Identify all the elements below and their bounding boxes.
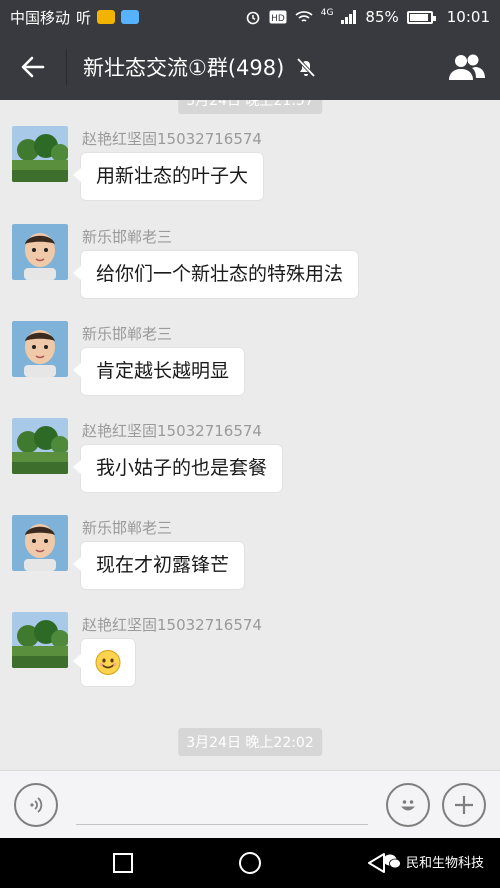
carrier-extra: 听: [76, 8, 92, 27]
message-text: 肯定越长越明显: [96, 360, 230, 382]
sender-name: 赵艳红坚固15032716574: [82, 422, 262, 440]
message-bubble[interactable]: 我小姑子的也是套餐: [72, 444, 284, 493]
signal-icon: [341, 10, 357, 24]
landscape-avatar-image: [12, 612, 68, 668]
smile-emoji-icon: [95, 650, 121, 675]
plus-icon: [455, 795, 473, 814]
avatar[interactable]: [12, 126, 68, 182]
avatar[interactable]: [12, 612, 68, 668]
smile-face-icon: [401, 799, 415, 810]
square-icon: [113, 853, 134, 873]
circle-icon: [238, 852, 261, 874]
avatar[interactable]: [12, 224, 68, 280]
carrier-group: 中国移动 听: [10, 7, 245, 28]
chat-message-list[interactable]: 3月24日 晚上21:57 赵艳红坚固15032716574 用新壮态的叶子大 …: [0, 100, 500, 770]
landscape-avatar-image: [12, 126, 68, 182]
voice-wave-icon: [30, 796, 43, 813]
carrier-name: 中国移动: [10, 8, 71, 27]
arrow-left-icon: [21, 56, 45, 78]
avatar[interactable]: [12, 321, 68, 377]
avatar[interactable]: [12, 515, 68, 571]
clock-app-icon: [121, 10, 140, 24]
message-bubble[interactable]: 用新壮态的叶子大: [72, 152, 265, 201]
header-divider: [66, 49, 67, 85]
message-bubble[interactable]: [73, 638, 136, 687]
wifi-icon: [295, 11, 313, 22]
mute-bell-icon: [297, 57, 316, 78]
recents-button[interactable]: [103, 843, 143, 883]
baby-avatar-image: [12, 321, 68, 377]
back-button[interactable]: [0, 34, 66, 100]
message-text: 用新壮态的叶子大: [96, 165, 249, 187]
battery-percent: 85%: [365, 8, 399, 26]
chat-title: 新壮态交流①群(498): [83, 56, 285, 80]
message-text: 现在才初露锋芒: [96, 554, 230, 576]
sender-name: 赵艳红坚固15032716574: [82, 616, 262, 634]
message-text: 给你们一个新壮态的特殊用法: [96, 263, 344, 285]
sender-name: 赵艳红坚固15032716574: [82, 130, 262, 148]
timestamp-pill-top: 3月24日 晚上21:57: [178, 100, 322, 114]
sender-name: 新乐邯郸老三: [82, 228, 173, 246]
message-input[interactable]: [76, 784, 368, 825]
people-icon: [449, 54, 485, 80]
status-right: HD 4G 85% 10:01: [245, 8, 490, 26]
more-button[interactable]: [442, 782, 486, 827]
watermark-text: 民和生物科技: [405, 856, 484, 871]
input-bar: [0, 770, 500, 838]
battery-icon: [406, 10, 436, 24]
svg-text:HD: HD: [271, 14, 285, 24]
message-bubble[interactable]: 现在才初露锋芒: [72, 541, 246, 590]
baby-avatar-image: [12, 224, 68, 280]
message-text: 我小姑子的也是套餐: [96, 457, 268, 479]
app-notification-icon: [97, 10, 116, 24]
hd-icon: HD: [269, 10, 287, 24]
alarm-icon: [246, 11, 260, 25]
chat-title-group: 新壮态交流①群(498): [83, 52, 434, 82]
message-bubble[interactable]: 给你们一个新壮态的特殊用法: [72, 250, 360, 299]
timestamp-pill: 3月24日 晚上22:02: [178, 728, 322, 756]
message-bubble[interactable]: 肯定越长越明显: [72, 347, 246, 396]
network-type: 4G: [320, 8, 334, 18]
home-button[interactable]: [230, 843, 270, 883]
landscape-avatar-image: [12, 418, 68, 474]
sender-name: 新乐邯郸老三: [82, 325, 173, 343]
group-members-button[interactable]: [434, 34, 500, 100]
emoji-button[interactable]: [386, 782, 430, 827]
wechat-logo-icon: [383, 854, 401, 869]
chat-header: 新壮态交流①群(498): [0, 34, 500, 100]
baby-avatar-image: [12, 515, 68, 571]
voice-button[interactable]: [14, 782, 58, 827]
sender-name: 新乐邯郸老三: [82, 519, 173, 537]
avatar[interactable]: [12, 418, 68, 474]
watermark: 民和生物科技: [383, 852, 484, 871]
clock-time: 10:01: [446, 8, 490, 26]
status-bar: 中国移动 听 HD 4G 85% 10:01: [0, 0, 500, 34]
